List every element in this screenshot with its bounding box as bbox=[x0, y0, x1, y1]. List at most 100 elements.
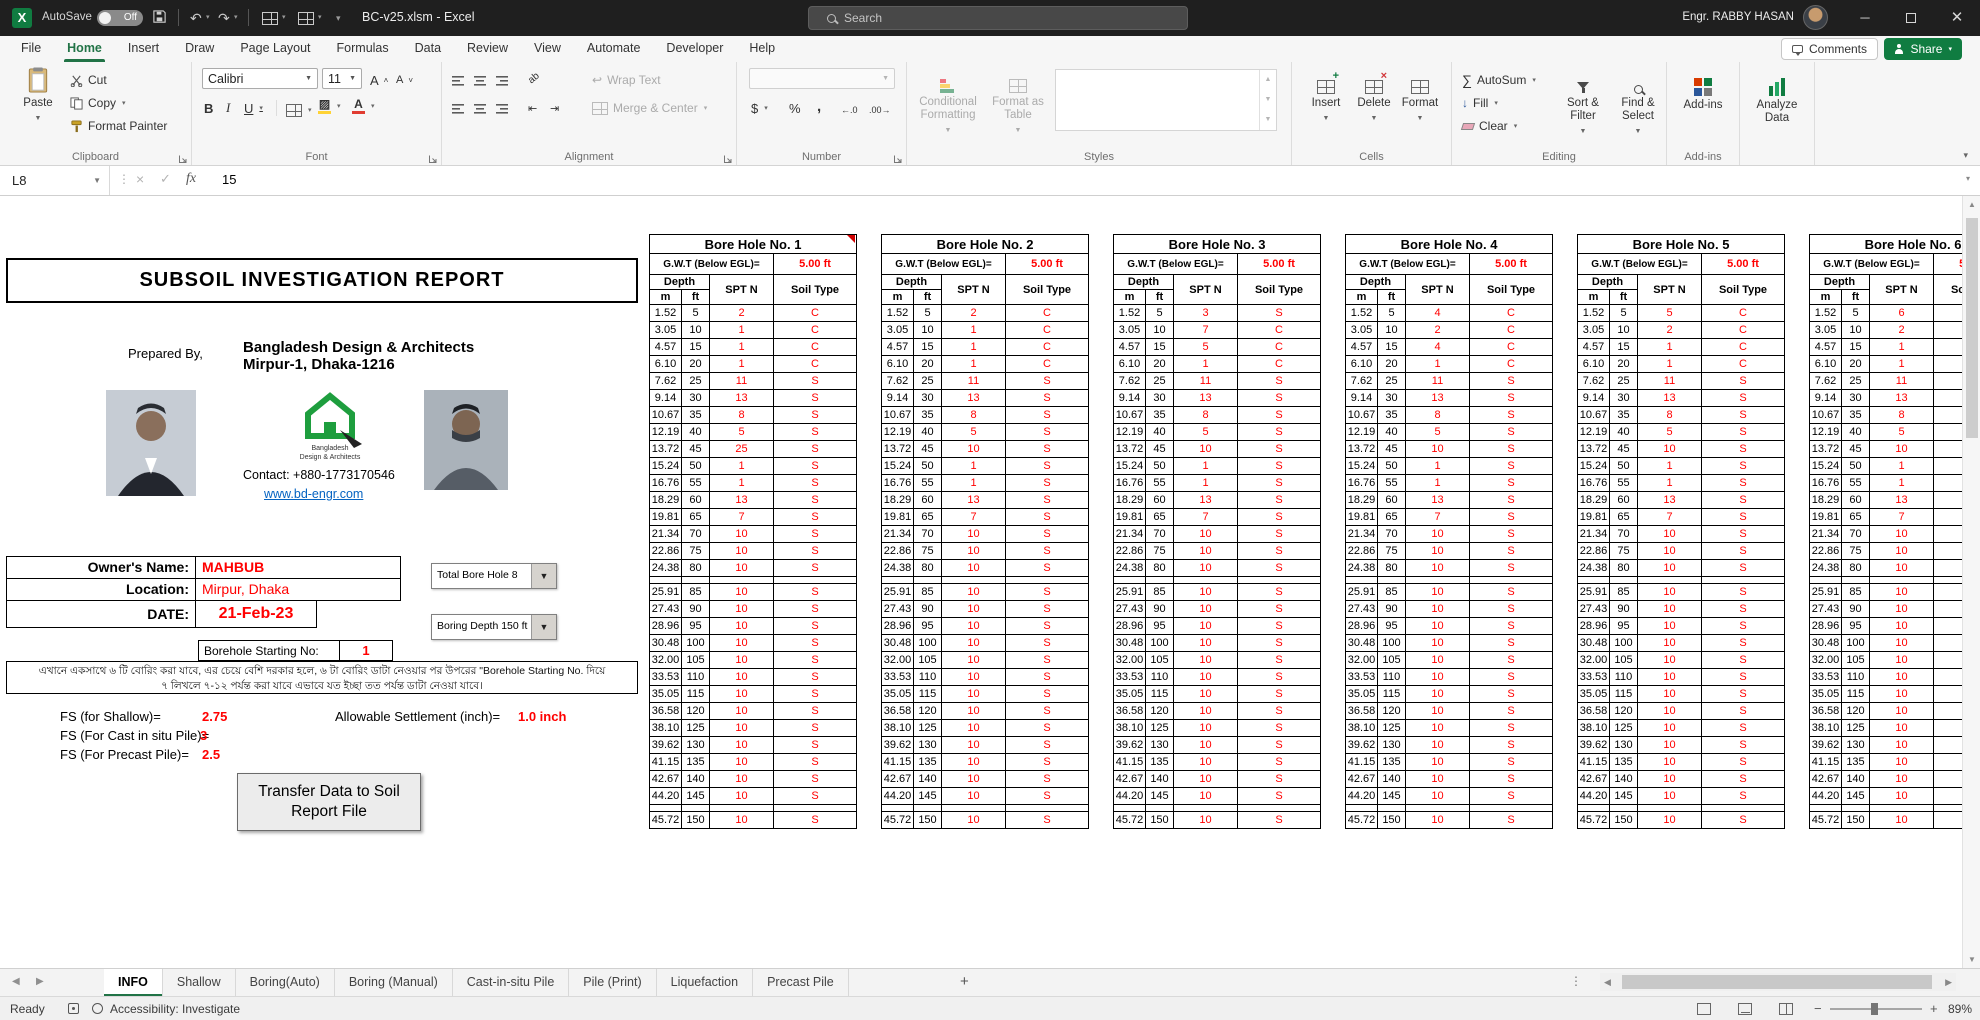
cell-depth-ft[interactable]: 50 bbox=[914, 458, 942, 475]
cell-depth-ft[interactable]: 140 bbox=[914, 771, 942, 788]
cell-soil-type[interactable]: C bbox=[774, 322, 857, 339]
cell-spt-n[interactable]: 10 bbox=[1638, 560, 1702, 577]
cut-button[interactable]: Cut bbox=[70, 70, 107, 90]
cell-soil-type[interactable]: S bbox=[1238, 560, 1321, 577]
cell-spt-n[interactable]: 10 bbox=[942, 788, 1006, 805]
cell-spt-n[interactable]: 1 bbox=[1638, 356, 1702, 373]
cell-soil-type[interactable]: S bbox=[1470, 635, 1553, 652]
cell-soil-type[interactable]: S bbox=[1238, 407, 1321, 424]
cell-spt-n[interactable]: 8 bbox=[1174, 407, 1238, 424]
cell-soil-type[interactable]: S bbox=[1702, 407, 1785, 424]
cell-depth-m[interactable]: 6.10 bbox=[650, 356, 682, 373]
cell-depth-ft[interactable]: 105 bbox=[1842, 652, 1870, 669]
cell-soil-type[interactable]: S bbox=[1238, 635, 1321, 652]
excel-app-icon[interactable]: X bbox=[12, 8, 32, 28]
cell-depth-m[interactable]: 4.57 bbox=[650, 339, 682, 356]
cell-spt-n[interactable]: 1 bbox=[1870, 475, 1934, 492]
cell-depth-m[interactable]: 38.10 bbox=[1810, 720, 1842, 737]
cell-depth-ft[interactable]: 35 bbox=[1842, 407, 1870, 424]
cell-spt-n[interactable]: 10 bbox=[1174, 652, 1238, 669]
maximize-button[interactable] bbox=[1888, 0, 1934, 36]
cell-soil-type[interactable]: C bbox=[1702, 322, 1785, 339]
cell-spt-n[interactable]: 11 bbox=[710, 373, 774, 390]
cell-depth-m[interactable]: 39.62 bbox=[1346, 737, 1378, 754]
cell-depth-m[interactable]: 25.91 bbox=[1578, 584, 1610, 601]
cell-soil-type[interactable]: S bbox=[1470, 703, 1553, 720]
cell-soil-type[interactable]: S bbox=[1702, 635, 1785, 652]
normal-view-icon[interactable] bbox=[1697, 1003, 1711, 1015]
cell-depth-m[interactable]: 15.24 bbox=[1578, 458, 1610, 475]
cell-depth-ft[interactable]: 60 bbox=[1378, 492, 1406, 509]
cell-depth-ft[interactable]: 100 bbox=[1610, 635, 1638, 652]
cell-spt-n[interactable]: 10 bbox=[1174, 601, 1238, 618]
cell-depth-ft[interactable]: 115 bbox=[1146, 686, 1174, 703]
cell-depth-ft[interactable]: 10 bbox=[914, 322, 942, 339]
cell-soil-type[interactable]: S bbox=[1006, 812, 1089, 829]
cell-depth-ft[interactable]: 140 bbox=[1146, 771, 1174, 788]
cell-spt-n[interactable]: 13 bbox=[1870, 390, 1934, 407]
cell-soil-type[interactable]: S bbox=[1470, 441, 1553, 458]
gwt-value[interactable]: 5.00 ft bbox=[1702, 254, 1785, 275]
cell-spt-n[interactable]: 1 bbox=[710, 356, 774, 373]
user-name[interactable]: Engr. RABBY HASAN bbox=[1682, 11, 1794, 23]
cell-depth-ft[interactable]: 90 bbox=[1842, 601, 1870, 618]
cell-depth-ft[interactable]: 100 bbox=[682, 635, 710, 652]
cell-depth-ft[interactable]: 110 bbox=[1610, 669, 1638, 686]
cell-depth-ft[interactable]: 10 bbox=[1146, 322, 1174, 339]
cell-spt-n[interactable]: 10 bbox=[1638, 669, 1702, 686]
cell-depth-m[interactable]: 4.57 bbox=[1346, 339, 1378, 356]
cell-depth-m[interactable]: 18.29 bbox=[650, 492, 682, 509]
cell-depth-m[interactable]: 19.81 bbox=[1578, 509, 1610, 526]
cell-depth-ft[interactable]: 95 bbox=[1146, 618, 1174, 635]
cell-depth-m[interactable]: 10.67 bbox=[882, 407, 914, 424]
cell-depth-m[interactable]: 16.76 bbox=[1578, 475, 1610, 492]
cell-spt-n[interactable]: 13 bbox=[942, 492, 1006, 509]
cell-soil-type[interactable]: S bbox=[1238, 601, 1321, 618]
redo-icon[interactable]: ↷ bbox=[218, 9, 230, 27]
cell-soil-type[interactable]: C bbox=[774, 356, 857, 373]
cell-depth-m[interactable]: 22.86 bbox=[1810, 543, 1842, 560]
cell-soil-type[interactable]: S bbox=[1006, 492, 1089, 509]
cell-depth-m[interactable]: 24.38 bbox=[650, 560, 682, 577]
cell-depth-ft[interactable]: 140 bbox=[1610, 771, 1638, 788]
sheet-tab-boring-auto[interactable]: Boring(Auto) bbox=[236, 969, 335, 996]
cell-soil-type[interactable]: S bbox=[1702, 390, 1785, 407]
cell-depth-ft[interactable]: 80 bbox=[1378, 560, 1406, 577]
cell-depth-ft[interactable]: 55 bbox=[1610, 475, 1638, 492]
cell-depth-ft[interactable]: 20 bbox=[914, 356, 942, 373]
cell-depth-m[interactable]: 13.72 bbox=[882, 441, 914, 458]
cell-depth-m[interactable]: 28.96 bbox=[1578, 618, 1610, 635]
cell-soil-type[interactable]: S bbox=[1006, 737, 1089, 754]
cell-soil-type[interactable]: S bbox=[1470, 686, 1553, 703]
cell-spt-n[interactable]: 1 bbox=[1406, 356, 1470, 373]
ribbon-tab-page-layout[interactable]: Page Layout bbox=[227, 36, 323, 62]
chevron-down-icon[interactable]: ▼ bbox=[93, 166, 101, 195]
cell-depth-ft[interactable]: 105 bbox=[1610, 652, 1638, 669]
cell-soil-type[interactable]: S bbox=[1006, 509, 1089, 526]
cell-soil-type[interactable]: S bbox=[1470, 492, 1553, 509]
cell-depth-m[interactable]: 9.14 bbox=[1578, 390, 1610, 407]
cell-depth-m[interactable]: 28.96 bbox=[1114, 618, 1146, 635]
cell-depth-m[interactable]: 28.96 bbox=[1810, 618, 1842, 635]
horizontal-scrollbar[interactable]: ◀ ▶ bbox=[1600, 973, 1956, 991]
cell-depth-m[interactable]: 4.57 bbox=[1810, 339, 1842, 356]
cell-spt-n[interactable]: 10 bbox=[710, 652, 774, 669]
cell-spt-n[interactable]: 10 bbox=[1174, 526, 1238, 543]
borehole-title[interactable]: Bore Hole No. 6 bbox=[1810, 235, 1980, 254]
cell-spt-n[interactable]: 10 bbox=[1406, 526, 1470, 543]
borehole-title[interactable]: Bore Hole No. 2 bbox=[882, 235, 1089, 254]
cell-depth-m[interactable]: 41.15 bbox=[1114, 754, 1146, 771]
cell-depth-ft[interactable]: 25 bbox=[1610, 373, 1638, 390]
cell-soil-type[interactable]: S bbox=[1702, 458, 1785, 475]
cell-depth-m[interactable]: 35.05 bbox=[1346, 686, 1378, 703]
cell-soil-type[interactable]: C bbox=[1470, 356, 1553, 373]
cell-soil-type[interactable]: S bbox=[1238, 584, 1321, 601]
cell-spt-n[interactable]: 5 bbox=[1174, 339, 1238, 356]
cell-depth-m[interactable]: 7.62 bbox=[882, 373, 914, 390]
cell-soil-type[interactable]: S bbox=[1238, 305, 1321, 322]
cell-depth-ft[interactable]: 50 bbox=[1842, 458, 1870, 475]
cell-soil-type[interactable]: S bbox=[774, 788, 857, 805]
cell-depth-ft[interactable]: 15 bbox=[1842, 339, 1870, 356]
cell-depth-m[interactable]: 19.81 bbox=[1114, 509, 1146, 526]
cell-spt-n[interactable]: 10 bbox=[1870, 441, 1934, 458]
